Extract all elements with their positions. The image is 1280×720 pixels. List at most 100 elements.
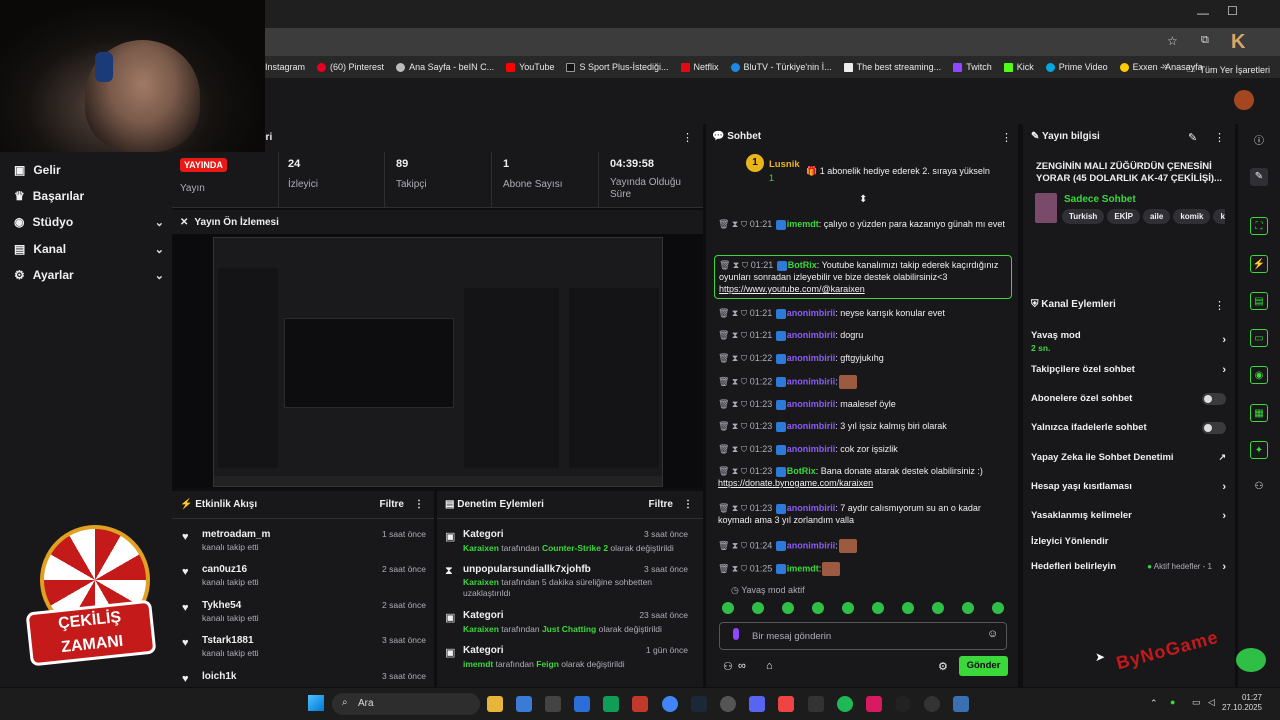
info-icon[interactable]: ⓘ <box>1250 133 1268 151</box>
chat-message[interactable]: 🗑 ⧗ ⛉ 01:21 BotRix: Youtube kanalımızı t… <box>714 255 1012 299</box>
more-bookmarks-icon[interactable]: » <box>1162 61 1168 72</box>
mod-target[interactable]: Feign <box>536 659 559 669</box>
message-username[interactable]: anonimbirii <box>787 540 836 550</box>
activity-filter-button[interactable]: Filtre <box>380 499 404 510</box>
network-icon[interactable]: ▭ <box>1192 697 1201 708</box>
infinity-icon[interactable]: ∞ <box>738 660 746 672</box>
mod-tools-icon[interactable]: 🗑 ⧗ ⛉ <box>718 540 750 550</box>
bookmark-bein[interactable]: Ana Sayfa - beIN C... <box>396 62 494 72</box>
message-link[interactable]: https://www.youtube.com/@karaixen <box>719 284 865 294</box>
bookmark-prime[interactable]: Prime Video <box>1045 62 1108 72</box>
subs-only-toggle[interactable] <box>1202 393 1226 405</box>
app-icon[interactable] <box>574 696 590 712</box>
more-options-icon[interactable]: ⋮ <box>682 131 693 144</box>
list-item[interactable]: ▣ Kategori imemdt tarafından Feign olarak … <box>445 645 688 669</box>
nav-basarilar[interactable]: ♛ Başarılar <box>14 189 164 203</box>
emote-icon[interactable] <box>812 602 824 614</box>
mod-tools-icon[interactable]: 🗑 ⧗ ⛉ <box>718 421 750 431</box>
message-username[interactable]: anonimbirii <box>787 353 836 363</box>
chat-message[interactable]: 🗑 ⧗ ⛉ 01:23 anonimbirii: maalesef öyle <box>718 398 1008 410</box>
bookmark-netflix[interactable]: Netflix <box>680 62 719 72</box>
banned-words-setting[interactable]: Yasaklanmış kelimeler › <box>1031 510 1226 522</box>
app-icon[interactable] <box>778 696 794 712</box>
tag[interactable]: EKİP <box>1107 209 1140 224</box>
subs-only-setting[interactable]: Abonelere özel sohbet <box>1031 393 1226 405</box>
mod-tools-icon[interactable]: 🗑 ⧗ ⛉ <box>718 219 750 229</box>
file-explorer-icon[interactable] <box>487 696 503 712</box>
emote-icon[interactable] <box>902 602 914 614</box>
nav-kanal[interactable]: ▤ Kanal ⌄ <box>14 242 164 256</box>
mod-tools-icon[interactable]: 🗑 ⧗ ⛉ <box>718 466 750 476</box>
emote-only-toggle[interactable] <box>1202 422 1226 434</box>
layout-icon[interactable]: ▦ <box>1250 404 1268 422</box>
spotify-icon[interactable] <box>837 696 853 712</box>
chat-message[interactable]: 🗑 ⧗ ⛉ 01:21 anonimbirii: neyse karışık k… <box>718 307 1008 319</box>
bookmark-streaming[interactable]: The best streaming... <box>843 62 941 72</box>
tag[interactable]: komik <box>1173 209 1211 224</box>
pin-icon[interactable]: ⬍ <box>859 194 867 205</box>
emote-icon[interactable] <box>962 602 974 614</box>
tag[interactable]: Turkish <box>1062 209 1105 224</box>
list-item[interactable]: ♥ Tstark1881 kanalı takip etti 3 saat önce <box>180 635 426 658</box>
emote-icon[interactable] <box>782 602 794 614</box>
emote-only-setting[interactable]: Yalnızca ifadelerle sohbet <box>1031 422 1226 434</box>
message-username[interactable]: BotRix <box>788 260 817 270</box>
close-icon[interactable]: ✕ <box>180 217 188 228</box>
emote-icon[interactable] <box>752 602 764 614</box>
mod-tools-icon[interactable]: 🗑 ⧗ ⛉ <box>718 503 750 513</box>
mic-tray-icon[interactable]: ● <box>1170 697 1175 707</box>
bookmark-pinterest[interactable]: (60) Pinterest <box>317 62 384 72</box>
users-icon[interactable]: ⚇ <box>723 660 733 673</box>
document-icon[interactable]: ▤ <box>1250 292 1268 310</box>
profile-logo-icon[interactable]: K <box>1231 31 1245 54</box>
chat-message[interactable]: 🗑 ⧗ ⛉ 01:23 anonimbirii: 7 aydır calısmı… <box>718 502 1008 526</box>
wrench-icon[interactable]: ✦ <box>1250 441 1268 459</box>
chrome-icon[interactable] <box>662 696 678 712</box>
epic-games-icon[interactable] <box>808 696 824 712</box>
send-button[interactable]: Gönder <box>959 656 1008 676</box>
tray-chevron-icon[interactable]: ⌃ <box>1150 698 1158 709</box>
app-icon[interactable] <box>516 696 532 712</box>
chat-input[interactable]: Bir mesaj gönderin <box>719 622 1007 650</box>
chat-message[interactable]: 🗑 ⧗ ⛉ 01:24 anonimbirii: <box>718 539 1008 553</box>
bookmark-youtube[interactable]: YouTube <box>506 62 554 72</box>
bookmark-ssport[interactable]: S Sport Plus-İstediği... <box>566 62 669 72</box>
pencil-icon[interactable]: ✎ <box>1250 168 1268 186</box>
mod-tools-icon[interactable]: 🗑 ⧗ ⛉ <box>718 563 750 573</box>
emote-icon[interactable] <box>992 602 1004 614</box>
message-username[interactable]: anonimbirii <box>787 503 836 513</box>
stream-title[interactable]: ZENGİNİN MALI ZÜĞÜRDÜN ÇENESİNİ YORAR (4… <box>1036 161 1226 185</box>
followers-only-setting[interactable]: Takipçilere özel sohbet › <box>1031 364 1226 376</box>
app-icon[interactable] <box>866 696 882 712</box>
list-item[interactable]: ♥ Tykhe54 kanalı takip etti 2 saat önce <box>180 600 426 623</box>
star-icon[interactable]: ☆ <box>1167 34 1178 48</box>
emote-icon[interactable] <box>872 602 884 614</box>
message-username[interactable]: anonimbirii <box>787 330 836 340</box>
edit-icon[interactable]: ✎ <box>1188 131 1197 144</box>
message-username[interactable]: BotRix <box>787 466 816 476</box>
all-bookmarks[interactable]: 🗀 Tüm Yer İşaretleri <box>1186 62 1270 78</box>
maximize-icon[interactable]: ☐ <box>1227 4 1238 18</box>
bookmark-twitch[interactable]: Twitch <box>953 62 992 72</box>
mod-tools-icon[interactable]: 🗑 ⧗ ⛉ <box>718 444 750 454</box>
chat-message[interactable]: 🗑 ⧗ ⛉ 01:22 anonimbirii: gftgyjukıhg <box>718 352 1008 364</box>
tag[interactable]: aile <box>1142 209 1171 224</box>
crop-icon[interactable]: ⛶ <box>1250 217 1268 235</box>
broadcast-icon[interactable]: ◉ <box>1250 366 1268 384</box>
discord-icon[interactable] <box>749 696 765 712</box>
extensions-icon[interactable]: ⧉ <box>1201 34 1209 47</box>
viewer-redirect-setting[interactable]: İzleyici Yönlendir <box>1031 536 1226 547</box>
mod-tools-icon[interactable]: 🗑 ⧗ ⛉ <box>719 260 751 270</box>
message-username[interactable]: imemdt <box>787 219 819 229</box>
bookmark-blutv[interactable]: BluTV - Türkiye'nin İ... <box>730 62 832 72</box>
message-username[interactable]: imemdt <box>787 563 819 573</box>
mod-tools-icon[interactable]: 🗑 ⧗ ⛉ <box>718 399 750 409</box>
obs-icon[interactable] <box>924 696 940 712</box>
mod-actor[interactable]: Karaixen <box>463 624 499 634</box>
list-item[interactable]: ♥ can0uz16 kanalı takip etti 2 saat önce <box>180 564 426 587</box>
app-icon[interactable] <box>545 696 561 712</box>
nav-ayarlar[interactable]: ⚙ Ayarlar ⌄ <box>14 268 164 282</box>
list-item[interactable]: ♥ metroadam_m kanalı takip etti 1 saat önce <box>180 529 426 552</box>
taskbar-clock[interactable]: 01:27 27.10.2025 <box>1218 693 1262 713</box>
app-icon[interactable] <box>632 696 648 712</box>
